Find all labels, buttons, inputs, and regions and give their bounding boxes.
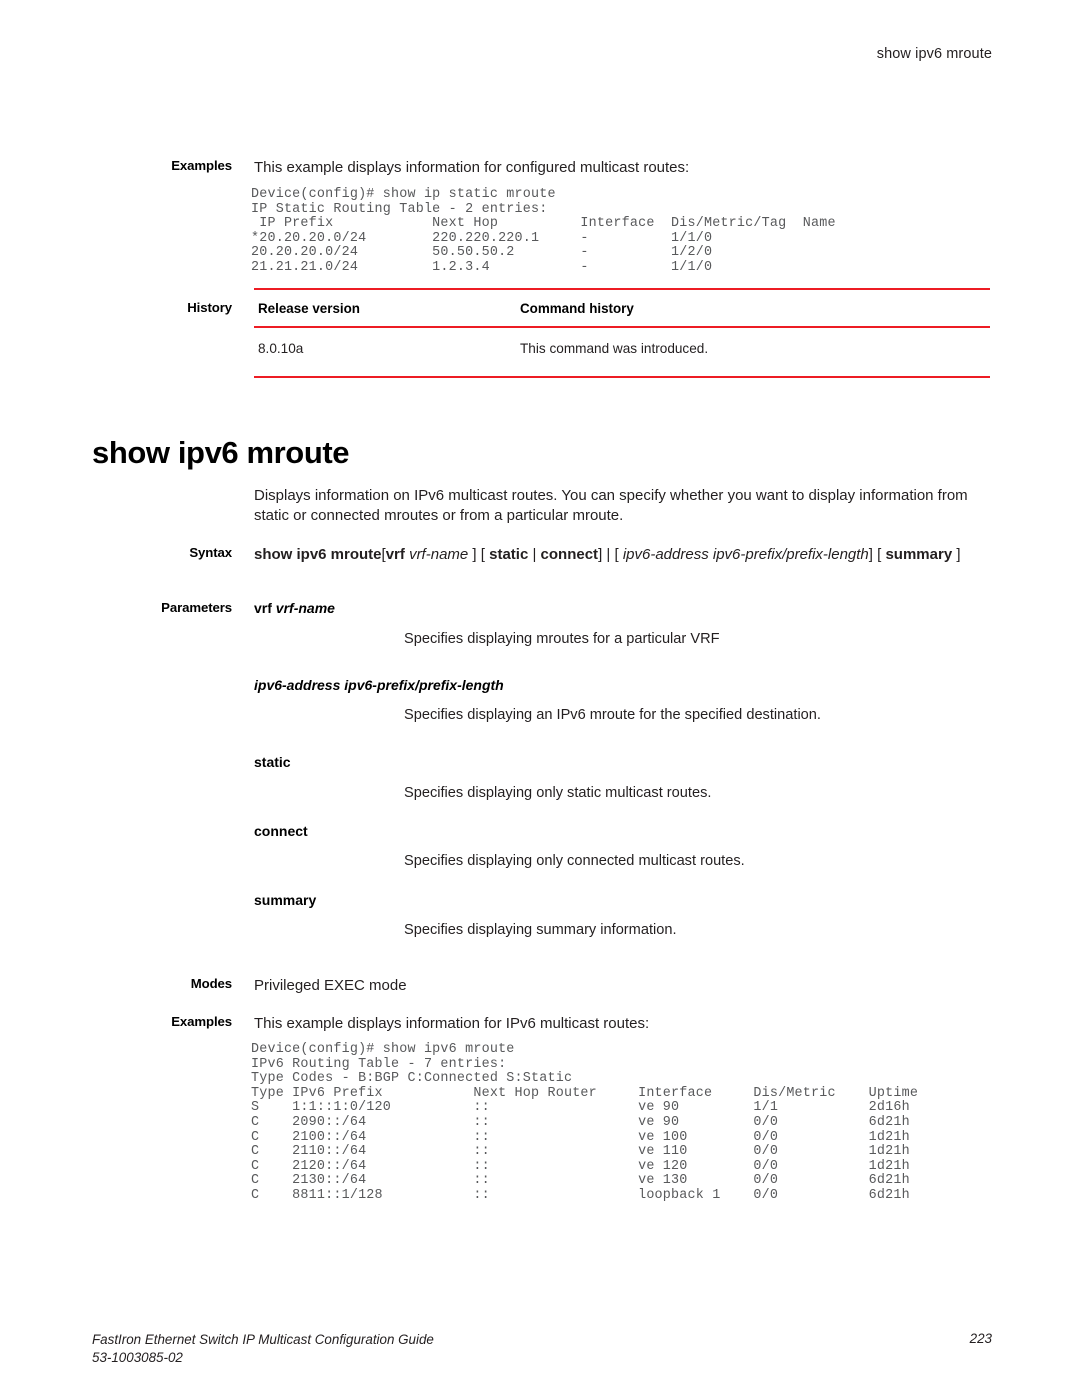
section-label-history: History	[187, 300, 232, 315]
syntax-value-ipv6-address: ipv6-address ipv6-prefix/prefix-length	[622, 546, 869, 563]
parameter-term-ipv6-address-value: ipv6-address ipv6-prefix/prefix-length	[254, 677, 504, 693]
parameter-term-ipv6-address: ipv6-address ipv6-prefix/prefix-length	[254, 677, 504, 693]
section-label-examples-bottom: Examples	[171, 1014, 232, 1029]
command-description: Displays information on IPv6 multicast r…	[254, 487, 968, 524]
parameter-term-summary: summary	[254, 892, 317, 908]
examples-top-intro: This example displays information for co…	[254, 159, 690, 176]
parameter-description-connect: Specifies displaying only connected mult…	[404, 853, 745, 869]
footer-doc-number: 53-1003085-02	[92, 1349, 183, 1365]
column-header-release-version: Release version	[258, 301, 360, 316]
console-block-ip-static-mroute: Device(config)# show ip static mroute IP…	[251, 187, 836, 275]
parameter-description-static: Specifies displaying only static multica…	[404, 785, 712, 801]
syntax-keyword-summary: summary	[885, 546, 953, 563]
section-label-syntax: Syntax	[189, 545, 232, 560]
parameter-term-vrf-keyword: vrf	[254, 600, 272, 616]
cell-command-history: This command was introduced.	[520, 341, 709, 356]
syntax-bracket-close-2: ]	[598, 546, 603, 563]
cell-release-version: 8.0.10a	[258, 341, 304, 356]
modes-value: Privileged EXEC mode	[254, 977, 407, 994]
history-table: Release version Command history 8.0.10a …	[254, 288, 990, 378]
document-page: show ipv6 mroute Examples This example d…	[0, 0, 1080, 1397]
parameter-term-static: static	[254, 754, 291, 770]
table-row: 8.0.10a This command was introduced.	[254, 328, 990, 376]
parameter-term-vrf: vrf vrf-name	[254, 600, 335, 616]
page-number: 223	[969, 1331, 992, 1346]
parameter-description-ipv6-address: Specifies displaying an IPv6 mroute for …	[404, 707, 821, 723]
parameter-term-vrf-value: vrf-name	[275, 600, 335, 616]
syntax-value-vrf-name: vrf-name	[409, 546, 469, 563]
syntax-bracket-open-4: [	[877, 546, 882, 563]
syntax-pipe-2: |	[606, 546, 611, 563]
syntax-command: show ipv6 mroute	[254, 546, 382, 563]
page-title: show ipv6 mroute	[92, 434, 350, 470]
syntax-bracket-close-1: ]	[472, 546, 477, 563]
running-header: show ipv6 mroute	[876, 46, 992, 62]
table-header-row: Release version Command history	[254, 290, 990, 326]
section-label-examples-top: Examples	[171, 158, 232, 173]
parameter-description-summary: Specifies displaying summary information…	[404, 922, 677, 938]
column-header-command-history: Command history	[520, 301, 634, 316]
syntax-keyword-connect: connect	[540, 546, 599, 563]
examples-bottom-intro: This example displays information for IP…	[254, 1015, 650, 1032]
syntax-line: show ipv6 mroute [ vrf vrf-name ] [ static…	[254, 545, 994, 565]
syntax-bracket-close-4: ]	[956, 546, 961, 563]
section-label-modes: Modes	[190, 976, 232, 991]
table-rule-bottom	[254, 376, 990, 378]
syntax-bracket-open-2: [	[480, 546, 485, 563]
parameter-description-vrf: Specifies displaying mroutes for a parti…	[404, 631, 720, 647]
syntax-bracket-close-3: ]	[868, 546, 873, 563]
syntax-bracket-open-3: [	[614, 546, 619, 563]
section-label-parameters: Parameters	[161, 600, 232, 615]
syntax-pipe-1: |	[532, 546, 537, 563]
syntax-keyword-static: static	[489, 546, 529, 563]
parameter-term-connect: connect	[254, 823, 308, 839]
console-block-ipv6-mroute: Device(config)# show ipv6 mroute IPv6 Ro…	[251, 1042, 919, 1203]
syntax-keyword-vrf: vrf	[385, 546, 405, 563]
